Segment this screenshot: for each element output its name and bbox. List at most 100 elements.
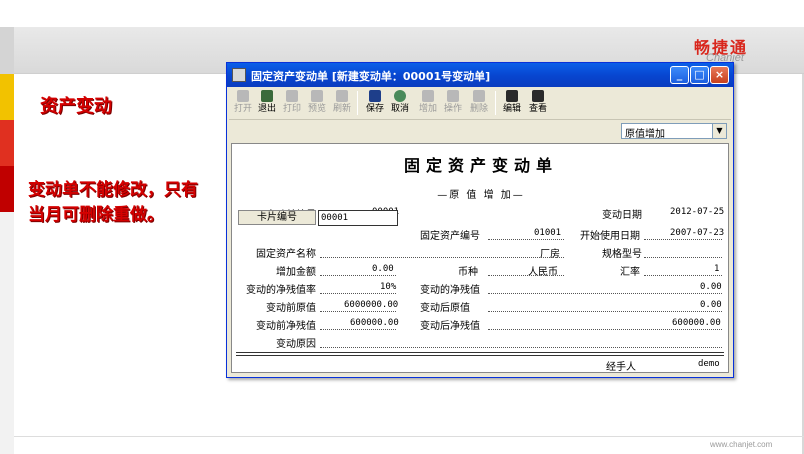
rate-label: 汇率 bbox=[620, 267, 640, 278]
handler-label: 经手人 bbox=[606, 362, 636, 373]
orig-before-label: 变动前原值 bbox=[266, 303, 316, 314]
asset-no-value: 01001 bbox=[534, 228, 562, 238]
toolbar-label: 退出 bbox=[257, 104, 276, 114]
toolbar-label: 打开 bbox=[233, 104, 252, 114]
card-no-input[interactable]: 00001 bbox=[318, 210, 398, 226]
net-before-line bbox=[320, 329, 396, 330]
maximize-button[interactable]: □ bbox=[690, 66, 709, 84]
operate-icon bbox=[447, 90, 459, 102]
orig-after-label: 变动后原值 bbox=[420, 303, 470, 314]
toolbar-label: 操作 bbox=[443, 104, 462, 114]
change-date-value[interactable]: 2012-07-25 bbox=[670, 207, 724, 217]
change-date-label: 变动日期 bbox=[602, 210, 642, 221]
accent-strip-darkred bbox=[0, 166, 14, 212]
toolbar-label: 刷新 bbox=[332, 104, 351, 114]
reason-label: 变动原因 bbox=[276, 339, 316, 350]
toolbar: 打开 退出 打印 预览 刷新 保存 取消 增加 操作 删除 编辑 查看 bbox=[229, 89, 731, 117]
card-no-button[interactable]: 卡片编号 bbox=[238, 210, 316, 225]
asset-name-label: 固定资产名称 bbox=[256, 249, 316, 260]
view-icon bbox=[532, 90, 544, 102]
accent-strip-yellow bbox=[0, 74, 14, 120]
toolbar-label: 删除 bbox=[469, 104, 488, 114]
chevron-down-icon[interactable]: ▼ bbox=[712, 124, 726, 138]
edit-icon bbox=[506, 90, 518, 102]
salvage-rate-value[interactable]: 10% bbox=[380, 282, 396, 292]
rate-line bbox=[644, 275, 722, 276]
reason-line bbox=[320, 347, 722, 348]
save-icon bbox=[369, 90, 381, 102]
toolbar-add-button[interactable]: 增加 bbox=[416, 90, 440, 117]
refresh-icon bbox=[336, 90, 348, 102]
currency-label: 币种 bbox=[458, 267, 478, 278]
footer-url: www.chanjet.com bbox=[710, 440, 773, 449]
start-date-label: 开始使用日期 bbox=[580, 231, 640, 242]
toolbar-open-button[interactable]: 打开 bbox=[231, 90, 255, 117]
currency-line bbox=[488, 275, 564, 276]
toolbar-operate-button[interactable]: 操作 bbox=[441, 90, 465, 117]
printer-icon bbox=[286, 90, 298, 102]
toolbar-delete-button[interactable]: 删除 bbox=[467, 90, 491, 117]
voucher-double-rule bbox=[236, 352, 724, 356]
window-titlebar[interactable]: 固定资产变动单 [新建变动单：00001号变动单] _ □ × bbox=[227, 63, 733, 87]
asset-change-window: 固定资产变动单 [新建变动单：00001号变动单] _ □ × 打开 退出 打印… bbox=[226, 62, 734, 378]
orig-after-value: 0.00 bbox=[700, 300, 722, 310]
add-icon bbox=[422, 90, 434, 102]
salvage-label: 变动的净残值 bbox=[420, 285, 480, 296]
toolbar-separator bbox=[495, 91, 496, 115]
increase-label: 增加金额 bbox=[276, 267, 316, 278]
slide-title: 资产变动 bbox=[40, 96, 112, 117]
delete-icon bbox=[473, 90, 485, 102]
salvage-rate-label: 变动的净残值率 bbox=[246, 285, 316, 296]
selector-bar: 原值增加 ▼ bbox=[229, 119, 731, 141]
orig-after-line bbox=[488, 311, 722, 312]
toolbar-exit-button[interactable]: 退出 bbox=[255, 90, 279, 117]
toolbar-view-button[interactable]: 查看 bbox=[526, 90, 550, 117]
change-type-value: 原值增加 bbox=[625, 129, 665, 140]
app-icon bbox=[232, 68, 246, 82]
accent-strip-grey bbox=[0, 27, 14, 74]
rate-value: 1 bbox=[714, 264, 720, 274]
handler-value: demo bbox=[698, 359, 720, 369]
toolbar-label: 查看 bbox=[528, 104, 547, 114]
slide-note: 变动单不能修改，只有当月可删除重做。 bbox=[28, 180, 198, 225]
net-after-value: 600000.00 bbox=[672, 318, 721, 328]
toolbar-edit-button[interactable]: 编辑 bbox=[500, 90, 524, 117]
toolbar-preview-button[interactable]: 预览 bbox=[305, 90, 329, 117]
chanjet-logo: 畅捷通 Chanjet bbox=[694, 34, 794, 64]
toolbar-print-button[interactable]: 打印 bbox=[280, 90, 304, 117]
toolbar-label: 保存 bbox=[365, 104, 384, 114]
increase-line bbox=[320, 275, 396, 276]
start-date-value: 2007-07-23 bbox=[670, 228, 725, 238]
slide-footer-line bbox=[14, 436, 804, 437]
salvage-value[interactable]: 0.00 bbox=[700, 282, 722, 292]
spec-label: 规格型号 bbox=[602, 249, 642, 260]
toolbar-label: 编辑 bbox=[502, 104, 521, 114]
spec-line bbox=[644, 257, 722, 258]
net-before-label: 变动前净残值 bbox=[256, 321, 316, 332]
orig-before-line bbox=[320, 311, 396, 312]
preview-icon bbox=[311, 90, 323, 102]
accent-strip-red bbox=[0, 120, 14, 166]
start-date-line bbox=[644, 239, 722, 240]
toolbar-save-button[interactable]: 保存 bbox=[363, 90, 387, 117]
exit-icon bbox=[261, 90, 273, 102]
cancel-icon bbox=[394, 90, 406, 102]
toolbar-cancel-button[interactable]: 取消 bbox=[388, 90, 412, 117]
close-button[interactable]: × bbox=[710, 66, 729, 84]
net-before-value: 600000.00 bbox=[350, 318, 399, 328]
asset-name-line bbox=[320, 257, 564, 258]
asset-no-line bbox=[488, 239, 564, 240]
voucher-subtitle: —原 值 增 加— bbox=[437, 190, 525, 201]
toolbar-label: 取消 bbox=[390, 104, 409, 114]
accent-strip-light bbox=[0, 212, 14, 454]
change-type-select[interactable]: 原值增加 ▼ bbox=[621, 123, 727, 140]
salvage-rate-line bbox=[320, 293, 396, 294]
toolbar-label: 预览 bbox=[307, 104, 326, 114]
increase-value[interactable]: 0.00 bbox=[372, 264, 394, 274]
net-after-label: 变动后净残值 bbox=[420, 321, 480, 332]
salvage-line bbox=[488, 293, 722, 294]
minimize-button[interactable]: _ bbox=[670, 66, 689, 84]
orig-before-value: 6000000.00 bbox=[344, 300, 399, 310]
toolbar-refresh-button[interactable]: 刷新 bbox=[330, 90, 354, 117]
toolbar-separator bbox=[357, 91, 358, 115]
